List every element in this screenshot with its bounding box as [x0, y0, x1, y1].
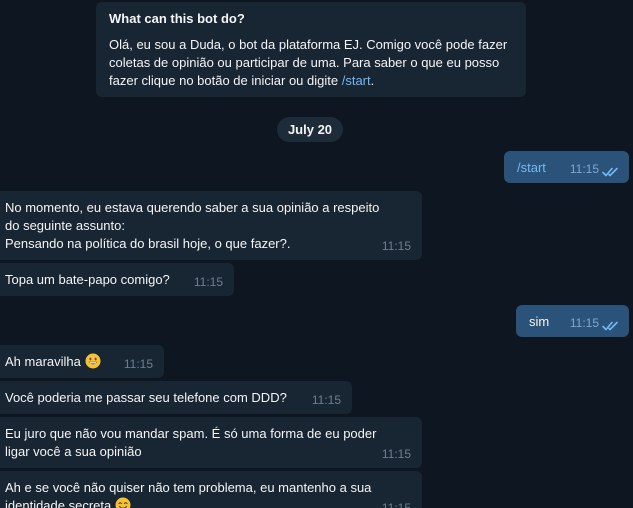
read-checkmarks-icon [602, 321, 618, 331]
incoming-message[interactable]: No momento, eu estava querendo saber a s… [0, 191, 422, 260]
bot-description-card: What can this bot do? Olá, eu sou a Duda… [96, 2, 526, 97]
message-text: Topa um bate-papo comigo? [5, 272, 170, 287]
message-time: 11:15 [569, 162, 599, 176]
message-text-line: identidade secreta [5, 497, 412, 508]
message-time: 11:15 [311, 393, 341, 407]
grinning-face-icon [85, 353, 100, 369]
message-time: 11:15 [381, 501, 411, 508]
message-time: 11:15 [381, 447, 411, 461]
message-text: Você poderia me passar seu telefone com … [5, 390, 287, 405]
message-time: 11:15 [193, 275, 223, 289]
chat-history[interactable]: What can this bot do? Olá, eu sou a Duda… [0, 0, 633, 508]
message-text-line: ligar você a sua opinião [5, 444, 142, 459]
bot-description-body: Olá, eu sou a Duda, o bot da plataforma … [109, 37, 508, 88]
message-text: /start [517, 160, 546, 175]
message-time: 11:15 [381, 239, 411, 253]
message-text-fragment: identidade secreta [5, 498, 112, 508]
message-text-line: Pensando na política do brasil hoje, o q… [5, 236, 291, 251]
message-time: 11:15 [123, 357, 153, 371]
outgoing-message[interactable]: sim 11:15 [516, 305, 629, 337]
incoming-message[interactable]: Ah e se você não quiser não tem problema… [0, 471, 422, 508]
message-text-line: do seguinte assunto: [5, 218, 125, 233]
bot-description-title: What can this bot do? [109, 11, 245, 26]
outgoing-message[interactable]: /start 11:15 [504, 151, 629, 183]
message-text-line: No momento, eu estava querendo saber a s… [5, 200, 380, 215]
bot-description-text: Olá, eu sou a Duda, o bot da plataforma … [109, 36, 513, 90]
message-text-line: Ah e se você não quiser não tem problema… [5, 480, 372, 495]
message-text-line: Eu juro que não vou mandar spam. É só um… [5, 426, 377, 441]
message-time: 11:15 [569, 316, 599, 330]
incoming-message[interactable]: Topa um bate-papo comigo? 11:15 [0, 263, 234, 296]
message-text: sim [529, 314, 550, 329]
date-separator[interactable]: July 20 [277, 117, 343, 142]
read-checkmarks-icon [602, 167, 618, 177]
message-text: Ah maravilha [5, 354, 81, 369]
incoming-message[interactable]: Ah maravilha 11:15 [0, 345, 164, 378]
incoming-message[interactable]: Eu juro que não vou mandar spam. É só um… [0, 417, 422, 468]
incoming-message[interactable]: Você poderia me passar seu telefone com … [0, 381, 352, 414]
bot-description-period: . [370, 73, 375, 88]
start-command-link[interactable]: /start [342, 73, 371, 88]
smiling-face-icon [115, 497, 131, 508]
